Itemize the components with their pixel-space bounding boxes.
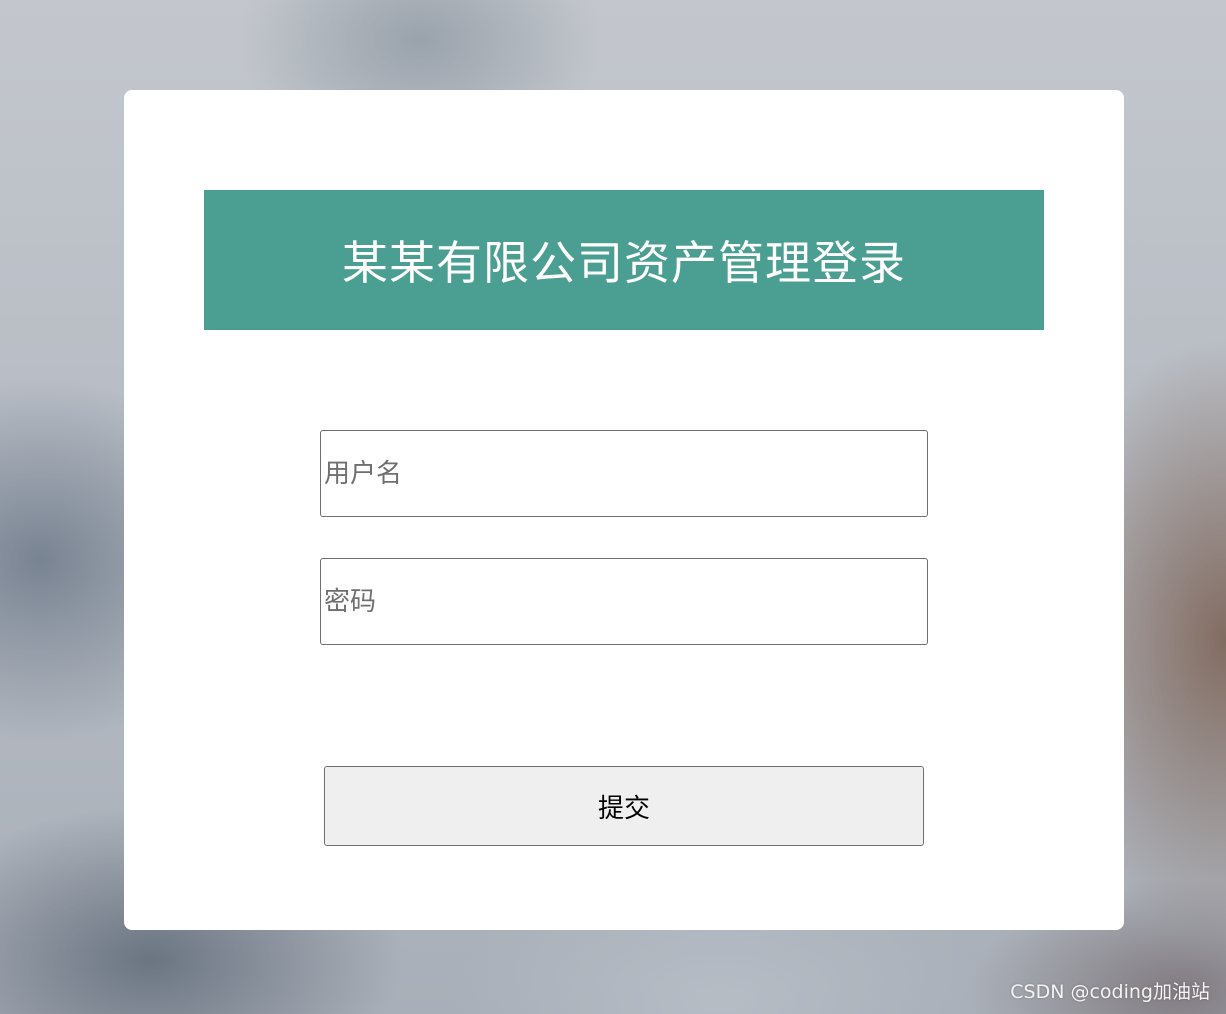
login-card: 某某有限公司资产管理登录 提交: [124, 90, 1124, 930]
submit-button[interactable]: 提交: [324, 766, 924, 846]
password-input[interactable]: [320, 558, 928, 645]
watermark-text: CSDN @coding加油站: [1010, 981, 1210, 1003]
page-title: 某某有限公司资产管理登录: [342, 236, 906, 290]
title-banner: 某某有限公司资产管理登录: [204, 190, 1044, 330]
username-input[interactable]: [320, 430, 928, 517]
